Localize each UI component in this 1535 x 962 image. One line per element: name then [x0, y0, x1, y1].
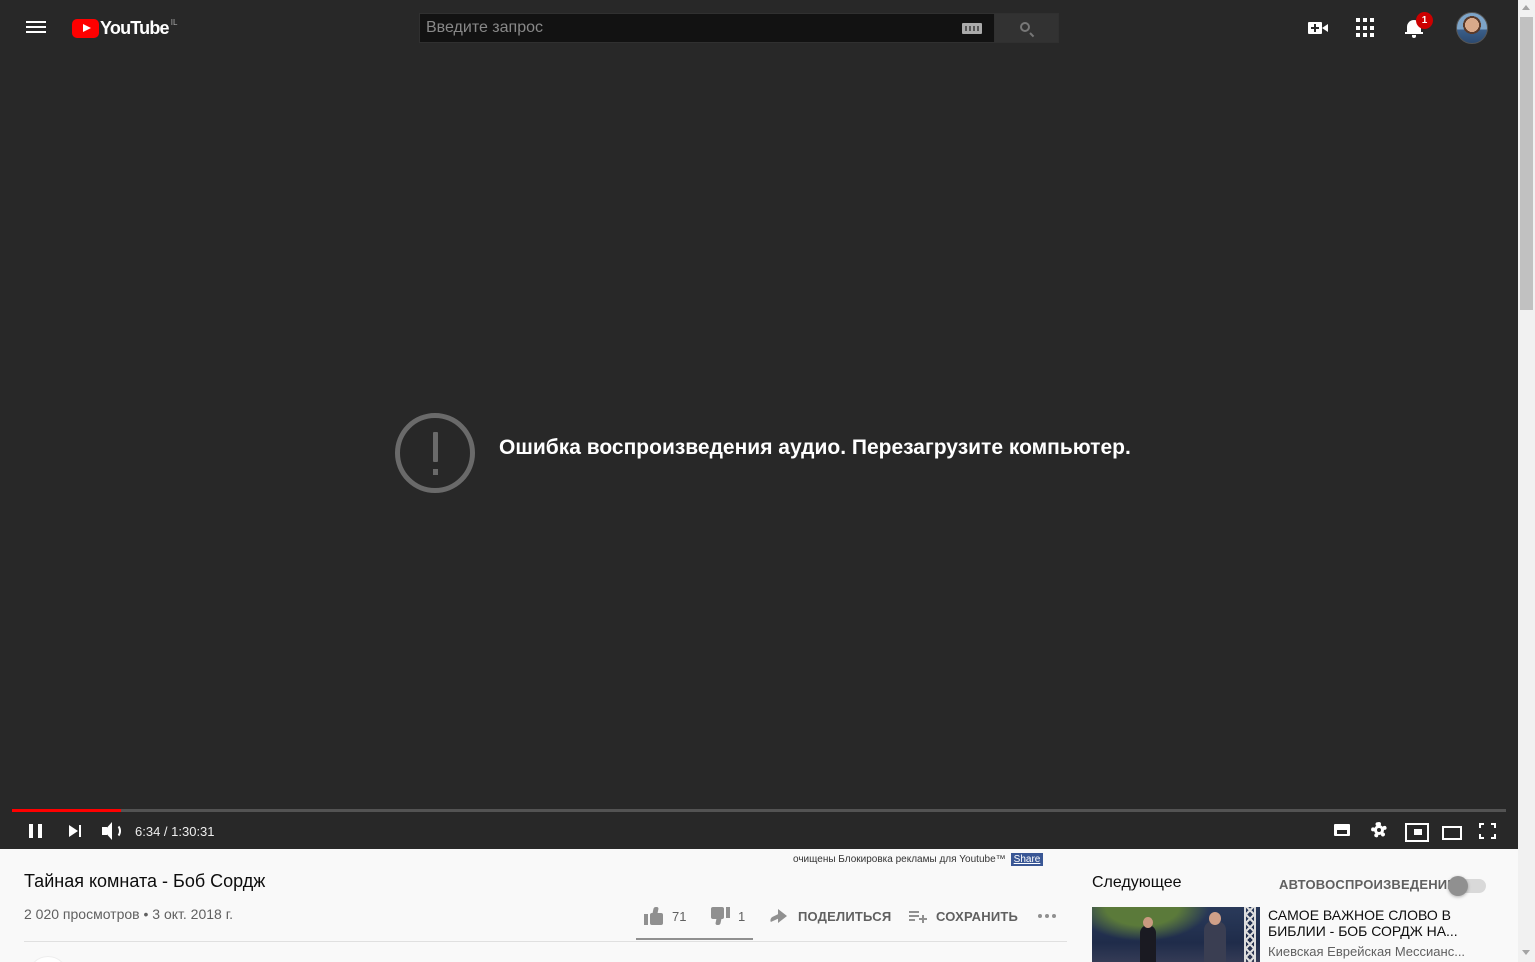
channel-avatar[interactable] [28, 956, 68, 962]
sentiment-bar [636, 938, 753, 940]
search-input[interactable] [420, 14, 950, 42]
playlist-add-icon [908, 908, 928, 924]
volume-icon[interactable] [100, 819, 124, 843]
video-thumbnail[interactable] [1092, 907, 1260, 962]
keyboard-icon[interactable] [962, 23, 982, 34]
autoplay-toggle[interactable] [1448, 876, 1486, 896]
progress-fill [12, 809, 121, 812]
video-meta: 2 020 просмотров • 3 окт. 2018 г. [24, 906, 233, 922]
video-player[interactable]: Ошибка воспроизведения аудио. Перезагруз… [0, 56, 1518, 849]
scrollbar-thumb[interactable] [1520, 17, 1533, 310]
recommended-video-channel[interactable]: Киевская Еврейская Мессианс... [1268, 944, 1468, 959]
error-message: Ошибка воспроизведения аудио. Перезагруз… [499, 436, 1131, 459]
save-button[interactable]: СОХРАНИТЬ [908, 904, 1018, 928]
adblock-notice: очищены Блокировка рекламы для Youtube™ … [793, 853, 1044, 866]
thumbs-down-icon [710, 907, 730, 925]
like-button[interactable]: 71 [644, 904, 686, 928]
logo-country-code: IL [170, 18, 178, 27]
logo-text: YouTube [100, 18, 170, 38]
adblock-share-link[interactable]: Share [1010, 853, 1044, 866]
player-controls: 6:34 / 1:30:31 [12, 817, 1506, 845]
thumbs-up-icon [644, 907, 664, 925]
avatar[interactable] [1456, 12, 1488, 44]
more-actions-button[interactable] [1038, 904, 1056, 928]
miniplayer-icon[interactable] [1404, 819, 1429, 843]
next-icon[interactable] [64, 819, 88, 843]
youtube-play-icon [72, 19, 99, 38]
time-display: 6:34 / 1:30:31 [135, 824, 215, 839]
masthead: YouTube IL 1 [0, 0, 1518, 56]
youtube-logo[interactable]: YouTube IL [72, 17, 177, 39]
settings-icon[interactable] [1368, 819, 1392, 843]
recommended-video[interactable]: САМОЕ ВАЖНОЕ СЛОВО В БИБЛИИ - БОБ СОРДЖ … [1092, 907, 1502, 962]
theater-mode-icon[interactable] [1440, 819, 1464, 843]
like-count: 71 [672, 908, 687, 924]
dislike-count: 1 [738, 908, 746, 924]
fullscreen-icon[interactable] [1476, 819, 1500, 843]
search-icon [1020, 22, 1030, 32]
autoplay-label: АВТОВОСПРОИЗВЕДЕНИЕ [1279, 877, 1457, 892]
dislike-button[interactable]: 1 [710, 904, 745, 928]
divider [24, 941, 1067, 942]
notification-badge: 1 [1416, 12, 1433, 29]
create-video-icon[interactable] [1306, 16, 1330, 40]
adblock-text: очищены Блокировка рекламы для Youtube™ [793, 854, 1006, 865]
share-button[interactable]: ПОДЕЛИТЬСЯ [768, 904, 891, 928]
recommended-video-title[interactable]: САМОЕ ВАЖНОЕ СЛОВО В БИБЛИИ - БОБ СОРДЖ … [1268, 907, 1468, 939]
apps-grid-icon[interactable] [1354, 16, 1378, 40]
share-label: ПОДЕЛИТЬСЯ [798, 908, 892, 924]
search-button[interactable] [995, 13, 1059, 43]
search-bar [419, 13, 1059, 43]
subtitles-icon[interactable] [1332, 819, 1356, 843]
scroll-up-arrow-icon[interactable] [1522, 5, 1530, 10]
save-label: СОХРАНИТЬ [936, 908, 1019, 924]
error-icon [395, 413, 475, 493]
search-field [419, 13, 995, 43]
share-arrow-icon [768, 908, 788, 924]
menu-icon[interactable] [24, 18, 48, 38]
video-title: Тайная комната - Боб Сордж [24, 871, 266, 891]
youtube-watch-page: YouTube IL 1 Ошибка воспроизведения [0, 0, 1535, 962]
up-next-heading: Следующее [1092, 874, 1182, 891]
progress-bar[interactable] [12, 809, 1506, 812]
pause-icon[interactable] [24, 819, 48, 843]
page-scrollbar[interactable] [1518, 0, 1535, 962]
scroll-down-arrow-icon[interactable] [1522, 950, 1530, 955]
more-dots-icon [1038, 914, 1056, 918]
